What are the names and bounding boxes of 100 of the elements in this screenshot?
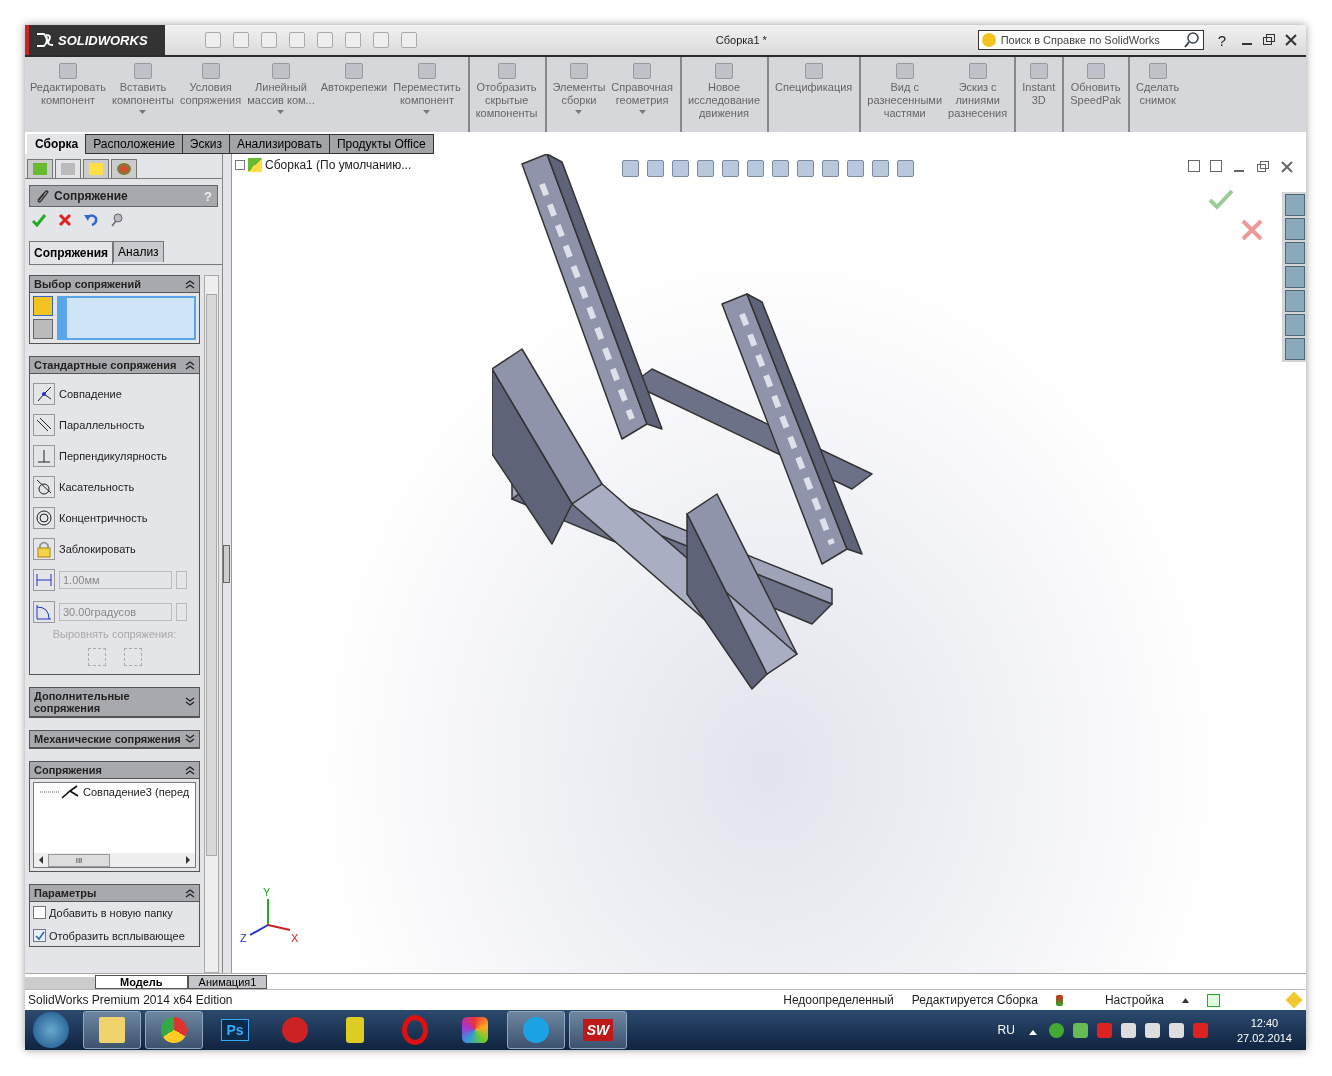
section-header[interactable]: Механические сопряжения (30, 731, 199, 748)
quick-access-icon[interactable] (317, 32, 333, 48)
close-icon[interactable] (1284, 33, 1298, 47)
view-toolbar-icon[interactable] (872, 160, 889, 177)
taskbar-app-button[interactable] (83, 1011, 141, 1049)
quick-access-icon[interactable] (345, 32, 361, 48)
caret-icon[interactable] (423, 110, 431, 115)
task-pane-tab[interactable] (1285, 266, 1305, 288)
view-toolbar-icon[interactable] (647, 160, 664, 177)
view-toolbar-icon[interactable] (622, 160, 639, 177)
command-tab[interactable]: Анализировать (228, 134, 330, 154)
mate-type-label[interactable]: Совпадение (59, 387, 122, 400)
tile-left-icon[interactable] (1188, 160, 1200, 172)
lock-mate-icon[interactable] (33, 537, 55, 560)
view-toolbar-icon[interactable] (897, 160, 914, 177)
search-icon[interactable] (1183, 32, 1200, 48)
mate-type-label[interactable]: Концентричность (59, 511, 148, 524)
tray-icon[interactable] (1048, 1022, 1064, 1038)
cancel-x-icon[interactable] (1240, 218, 1264, 242)
view-toolbar-icon[interactable] (772, 160, 789, 177)
view-toolbar-icon[interactable] (697, 160, 714, 177)
manager-tab[interactable] (55, 159, 81, 178)
tile-right-icon[interactable] (1210, 160, 1222, 172)
ribbon-button[interactable]: Линейный массив ком... (244, 57, 318, 132)
taskbar-app-button[interactable]: Ps (207, 1012, 263, 1048)
tray-icon[interactable] (1072, 1022, 1088, 1038)
ok-check-icon[interactable] (1208, 188, 1234, 210)
spinner-icon[interactable] (176, 571, 187, 589)
command-tab[interactable]: Сборка (27, 134, 87, 154)
scroll-thumb[interactable]: III (48, 853, 110, 867)
taskbar-app-button[interactable] (145, 1011, 203, 1049)
manager-tab[interactable] (83, 159, 109, 178)
view-toolbar-icon[interactable] (672, 160, 689, 177)
manager-tab[interactable] (111, 159, 137, 178)
caret-icon[interactable] (139, 110, 147, 115)
parallel-mate-icon[interactable] (33, 413, 55, 436)
property-tab[interactable]: Сопряжения (29, 241, 114, 264)
cancel-x-icon[interactable] (57, 212, 73, 228)
quick-access-icon[interactable] (205, 32, 221, 48)
clock-time[interactable]: 12:40 (1250, 1016, 1279, 1029)
mate-list-item[interactable]: Совпадение3 (перед (83, 786, 190, 798)
spinner-icon[interactable] (176, 603, 187, 621)
restore-icon[interactable] (1256, 160, 1270, 174)
command-tab[interactable]: Эскиз (181, 134, 230, 154)
quick-access-icon[interactable] (373, 32, 389, 48)
coincident-mate-icon[interactable] (33, 382, 55, 405)
task-pane-tab[interactable] (1285, 338, 1305, 360)
pushpin-icon[interactable] (109, 212, 125, 228)
command-tab[interactable]: Продукты Office (328, 134, 434, 154)
horizontal-scrollbar[interactable]: III (34, 853, 195, 867)
model-tab[interactable]: Анимация1 (187, 975, 268, 989)
ribbon-button[interactable]: Переместить компонент (390, 57, 464, 132)
ribbon-button[interactable]: Эскиз с линиями разнесения (945, 57, 1011, 132)
task-pane-tab[interactable] (1285, 194, 1305, 216)
property-tab[interactable]: Анализ (113, 241, 164, 262)
vertical-scrollbar[interactable] (204, 275, 219, 973)
task-pane-tab[interactable] (1285, 290, 1305, 312)
tangent-mate-icon[interactable] (33, 475, 55, 498)
tree-item[interactable]: Сборка1 (По умолчанию... (265, 158, 412, 172)
ribbon-button[interactable]: Редактировать компонент (27, 57, 109, 132)
help-menu-button[interactable]: ? (1217, 31, 1226, 49)
perpendicular-mate-icon[interactable] (33, 444, 55, 467)
tray-icon[interactable] (1144, 1022, 1160, 1038)
ribbon-button[interactable]: Вставить компоненты (109, 57, 177, 132)
tray-icon[interactable] (1120, 1022, 1136, 1038)
option-label[interactable]: Отобразить всплывающее (49, 929, 185, 942)
mate-type-label[interactable]: Заблокировать (59, 542, 136, 555)
ribbon-button[interactable]: Автокрепежи (317, 57, 391, 132)
view-toolbar-icon[interactable] (847, 160, 864, 177)
option-label[interactable]: Добавить в новую папку (49, 906, 173, 919)
task-pane-tab[interactable] (1285, 218, 1305, 240)
ribbon-button[interactable]: Справочная геометрия (608, 57, 676, 132)
section-header[interactable]: Стандартные сопряжения (30, 357, 199, 374)
checkbox[interactable] (33, 929, 46, 942)
ribbon-button[interactable]: Условия сопряжения (176, 57, 245, 132)
ok-check-icon[interactable] (31, 212, 47, 228)
settings-menu-button[interactable]: Настройка (1104, 993, 1164, 1007)
mate-type-label[interactable]: Касательность (59, 480, 135, 493)
help-icon[interactable] (1207, 993, 1220, 1007)
caret-icon[interactable] (638, 110, 646, 115)
tray-icon[interactable] (1168, 1022, 1184, 1038)
checkbox[interactable] (33, 906, 46, 919)
task-pane-tab[interactable] (1285, 242, 1305, 264)
mate-type-label[interactable]: Параллельность (59, 418, 145, 431)
task-pane-tab[interactable] (1285, 314, 1305, 336)
selection-list-field[interactable] (57, 296, 196, 340)
manager-tab[interactable] (27, 159, 53, 178)
view-toolbar-icon[interactable] (797, 160, 814, 177)
clock-date[interactable]: 27.02.2014 (1236, 1031, 1292, 1044)
paperclip-lightning-icon[interactable] (33, 319, 53, 339)
quick-access-icon[interactable] (261, 32, 277, 48)
anti-aligned-icon[interactable] (123, 648, 142, 666)
language-indicator[interactable]: RU (997, 1023, 1015, 1037)
section-header[interactable]: Выбор сопряжений (30, 276, 199, 293)
restore-icon[interactable] (1262, 33, 1276, 47)
start-orb-icon[interactable] (33, 1012, 69, 1048)
mate-type-label[interactable]: Перпендикулярность (59, 449, 167, 462)
help-search-field[interactable]: Поиск в Справке по SolidWorks (977, 30, 1204, 50)
caret-icon[interactable] (575, 110, 583, 115)
taskbar-app-button[interactable]: SW (569, 1011, 627, 1049)
